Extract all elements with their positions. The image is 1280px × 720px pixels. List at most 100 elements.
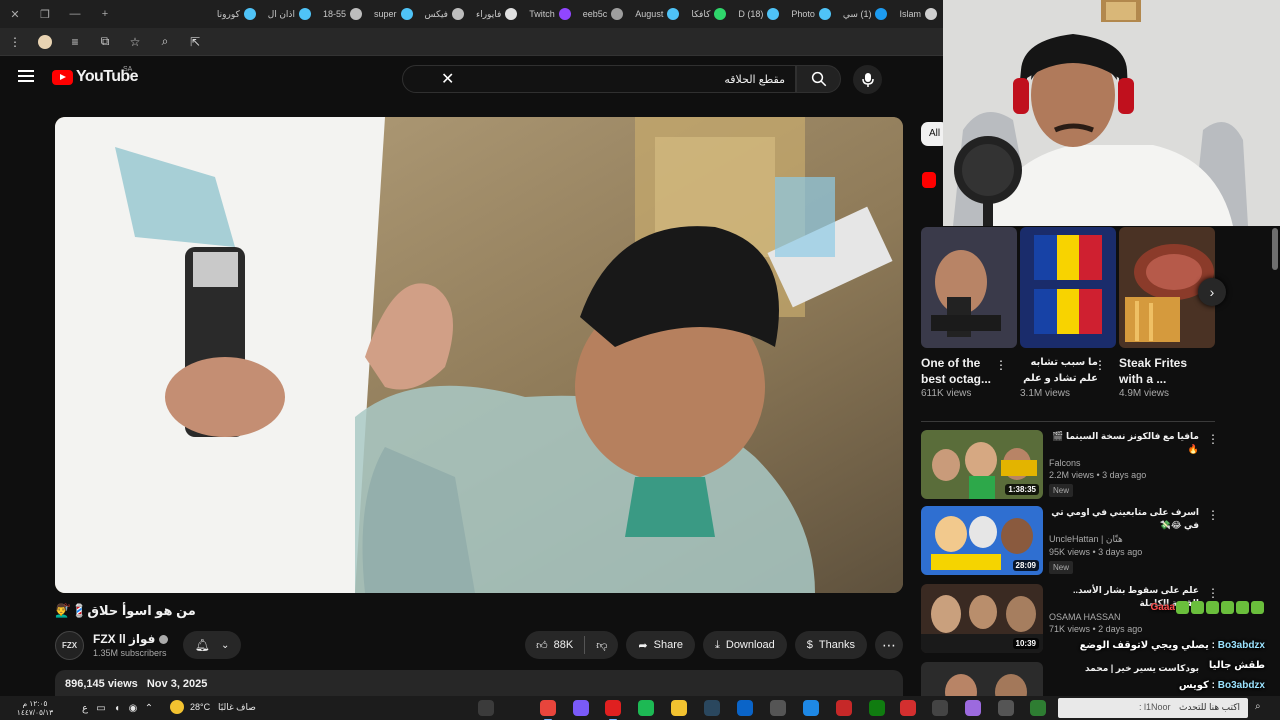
edge-icon[interactable] — [803, 700, 819, 716]
more-vertical-icon[interactable]: ⋮ — [1207, 432, 1219, 446]
channel-avatar[interactable]: FZX — [55, 631, 84, 660]
reading-list-icon[interactable]: ≡ — [68, 35, 82, 49]
browser-tab[interactable]: كورونا — [211, 0, 262, 28]
tab-label: Photo — [791, 9, 815, 19]
shorts-next-button[interactable]: › — [1198, 278, 1226, 306]
app-icon[interactable] — [998, 700, 1014, 716]
browser-tab[interactable]: August — [629, 0, 685, 28]
short-title[interactable]: One of the best octag... — [921, 355, 999, 387]
voice-search-button[interactable] — [853, 65, 882, 94]
weather-text[interactable]: صاف غالبًا — [218, 702, 256, 713]
thumbs-down-icon: 👎︎ — [596, 639, 608, 652]
short-title[interactable]: Steak Frites with a ... — [1119, 355, 1197, 387]
volume-icon[interactable]: ◖ — [110, 701, 124, 715]
like-button[interactable]: 👍︎ 88K — [525, 631, 584, 659]
chat-username[interactable]: Bo3abdzx — [1218, 680, 1265, 691]
short-thumbnail[interactable] — [921, 227, 1017, 348]
browser-tab[interactable]: 18-55 — [317, 0, 368, 28]
short-item[interactable]: ما سبب تشابه علم تشاد و علم رومانيا 3.1M… — [1020, 227, 1116, 399]
new-tab-button[interactable]: + — [90, 8, 120, 20]
language-indicator[interactable]: ع — [78, 701, 92, 715]
menu-dots-icon[interactable]: ⋮ — [8, 35, 22, 49]
copilot-icon[interactable] — [478, 700, 494, 716]
security-icon[interactable] — [836, 700, 852, 716]
chat-search-icon[interactable]: ⌕ — [1255, 701, 1261, 712]
browser-tab[interactable]: فيكس — [419, 0, 470, 28]
channel-name[interactable]: FZX ll فواز — [93, 632, 155, 646]
channel-name-container[interactable]: FZX ll فواز — [93, 632, 169, 646]
file-explorer-icon[interactable] — [671, 700, 687, 716]
recommended-channel[interactable]: UncleHattan | هتّان — [1049, 534, 1199, 545]
recommended-thumbnail[interactable] — [921, 662, 1043, 696]
recommended-video[interactable]: 28:09 اسرف على متابعيني في اومي تي في 😂💸… — [921, 506, 1221, 576]
short-item[interactable]: One of the best octag... 611K views ⋮ — [921, 227, 1017, 399]
zoom-icon[interactable]: ⌕ — [158, 34, 172, 49]
more-vertical-icon[interactable]: ⋮ — [1207, 508, 1219, 522]
search-input[interactable]: ✕ مقطع الحلاقه — [402, 65, 796, 93]
recommended-thumbnail[interactable]: 10:39 — [921, 584, 1043, 653]
network-icon[interactable]: ◉ — [126, 701, 140, 715]
browser-tab[interactable]: فايوراء — [470, 0, 523, 28]
more-vertical-icon[interactable]: ⋮ — [1094, 358, 1106, 372]
recommended-thumbnail[interactable]: 28:09 — [921, 506, 1043, 575]
close-window-icon[interactable]: ✕ — [0, 8, 30, 21]
photos-icon[interactable] — [965, 700, 981, 716]
xbox-icon[interactable] — [869, 700, 885, 716]
obs-icon[interactable] — [605, 700, 621, 720]
clock[interactable]: ١٢:٠٥ م ١٤٤٧/٠٥/١٣ — [10, 699, 60, 717]
tab-label: فايوراء — [475, 8, 502, 19]
like-dislike-group: 👍︎ 88K 👎︎ — [525, 631, 619, 659]
video-player[interactable] — [55, 117, 903, 593]
short-item[interactable]: Steak Frites with a ... 4.9M views — [1119, 227, 1215, 399]
messenger-icon[interactable] — [573, 700, 589, 716]
steam-icon[interactable] — [704, 700, 720, 716]
tray-overflow-icon[interactable]: ⌃ — [142, 701, 156, 715]
tab-favicon-icon — [400, 8, 413, 20]
notification-bell-button[interactable]: 🔔︎ ⌄ — [183, 631, 241, 659]
more-vertical-icon[interactable]: ⋮ — [995, 358, 1007, 372]
recommended-title[interactable]: مافيا مع فالكونز نسخة السينما 🎬🔥 — [1049, 430, 1199, 456]
browser-tab[interactable]: super — [368, 0, 419, 28]
browser-tab[interactable]: (18) D — [732, 0, 785, 28]
more-actions-button[interactable]: ⋯ — [875, 631, 903, 659]
download-button[interactable]: ⤓ Download — [703, 631, 787, 659]
chat-username[interactable]: Bo3abdzx — [1218, 640, 1265, 651]
short-thumbnail[interactable] — [1020, 227, 1116, 348]
scrollbar-thumb[interactable] — [1272, 228, 1278, 270]
chrome-icon[interactable] — [540, 700, 556, 720]
share-button[interactable]: ➦ Share — [626, 631, 695, 659]
display-icon[interactable]: ▭ — [94, 701, 108, 715]
dislike-button[interactable]: 👎︎ — [585, 631, 618, 659]
clear-search-icon[interactable]: ✕ — [441, 69, 454, 89]
settings-icon[interactable] — [932, 700, 948, 716]
app-icon[interactable] — [900, 700, 916, 716]
weather-temp[interactable]: 28°C — [190, 702, 210, 712]
terminal-icon[interactable] — [770, 700, 786, 716]
browser-tab[interactable]: Twitch — [523, 0, 577, 28]
weather-icon[interactable] — [170, 700, 184, 714]
extensions-icon[interactable]: ⧉ — [98, 34, 112, 49]
recommended-channel[interactable]: Falcons — [1049, 458, 1199, 468]
spotify-icon[interactable] — [638, 700, 654, 716]
guide-menu-icon[interactable] — [18, 70, 34, 82]
app-icon[interactable] — [1030, 700, 1046, 716]
chat-input[interactable]: اكتب هنا للتحدث l1Noor : — [1058, 698, 1248, 718]
recommended-video[interactable]: 1:38:35 مافيا مع فالكونز نسخة السينما 🎬🔥… — [921, 430, 1221, 500]
browser-tab[interactable]: eeb5c — [577, 0, 630, 28]
search-button[interactable] — [796, 65, 841, 93]
minimize-window-icon[interactable]: — — [60, 8, 90, 20]
browser-tab[interactable]: اذان ال — [262, 0, 317, 28]
short-title[interactable]: ما سبب تشابه علم تشاد و علم رومانيا — [1020, 355, 1098, 387]
browser-tab[interactable]: (1) سي — [837, 0, 894, 28]
outlook-icon[interactable] — [737, 700, 753, 716]
browser-tab[interactable]: Photo — [785, 0, 837, 28]
browser-tab[interactable]: كافكا — [685, 0, 732, 28]
bookmark-star-icon[interactable]: ☆ — [128, 35, 142, 49]
profile-icon[interactable] — [38, 34, 52, 49]
recommended-title[interactable]: اسرف على متابعيني في اومي تي في 😂💸 — [1049, 506, 1199, 532]
install-app-icon[interactable]: ⇱ — [188, 35, 202, 49]
browser-tab[interactable]: Islam — [893, 0, 943, 28]
restore-window-icon[interactable]: ❐ — [30, 8, 60, 21]
thanks-button[interactable]: $ Thanks — [794, 631, 867, 659]
recommended-thumbnail[interactable]: 1:38:35 — [921, 430, 1043, 499]
